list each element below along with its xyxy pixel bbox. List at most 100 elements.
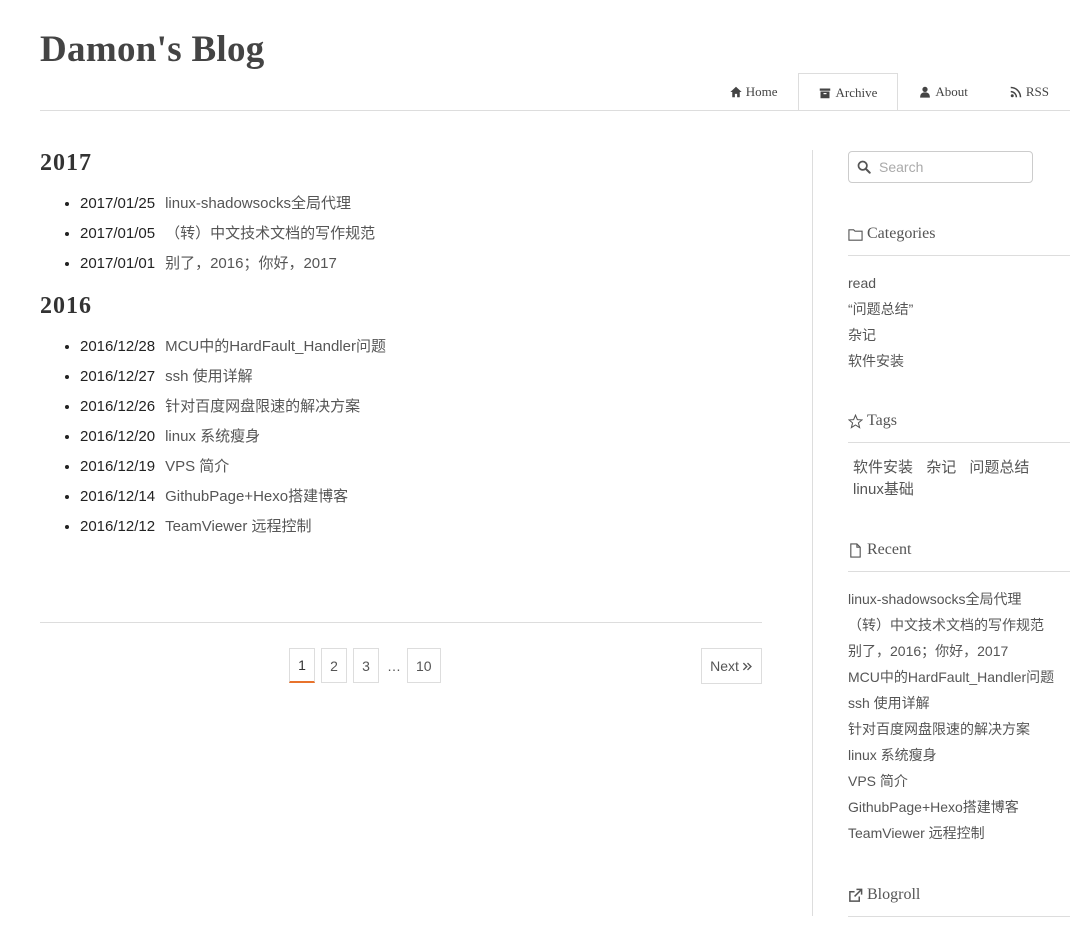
- recent-post-link[interactable]: linux-shadowsocks全局代理: [848, 586, 1070, 612]
- post-list: 2016/12/28 MCU中的HardFault_Handler问题 2016/…: [40, 332, 762, 542]
- nav-rss[interactable]: RSS: [989, 73, 1070, 110]
- tag-link[interactable]: linux基础: [853, 481, 914, 498]
- post-item: 2017/01/25 linux-shadowsocks全局代理: [80, 189, 762, 219]
- recent-title: Recent: [848, 541, 1070, 572]
- nav-about-label: About: [935, 84, 968, 99]
- post-link[interactable]: ssh 使用详解: [165, 368, 253, 385]
- year-section-2017: 2017 2017/01/25 linux-shadowsocks全局代理 201…: [40, 150, 762, 279]
- blogroll-widget: Blogroll: [848, 886, 1070, 917]
- recent-post-link[interactable]: GithubPage+Hexo搭建博客: [848, 794, 1070, 820]
- post-item: 2016/12/12 TeamViewer 远程控制: [80, 512, 762, 542]
- nav-archive-label: Archive: [835, 84, 878, 100]
- post-item: 2017/01/05 （转）中文技术文档的写作规范: [80, 219, 762, 249]
- post-item: 2016/12/26 针对百度网盘限速的解决方案: [80, 392, 762, 422]
- post-date: 2016/12/20: [80, 428, 156, 445]
- post-date: 2016/12/14: [80, 488, 156, 505]
- year-heading: 2017: [40, 150, 92, 176]
- post-date: 2016/12/28: [80, 338, 156, 355]
- nav-rss-label: RSS: [1025, 84, 1049, 99]
- recent-post-link[interactable]: VPS 简介: [848, 768, 1070, 794]
- post-date: 2017/01/25: [80, 195, 156, 212]
- post-item: 2016/12/14 GithubPage+Hexo搭建博客: [80, 482, 762, 512]
- post-item: 2016/12/20 linux 系统瘦身: [80, 422, 762, 452]
- tags-title: Tags: [848, 412, 1070, 443]
- categories-title-text: Categories: [867, 225, 936, 242]
- user-icon: [920, 86, 931, 98]
- category-link[interactable]: 软件安装: [848, 348, 1070, 374]
- folder-icon: [848, 228, 863, 241]
- recent-post-link[interactable]: TeamViewer 远程控制: [848, 820, 1070, 846]
- post-link[interactable]: 针对百度网盘限速的解决方案: [165, 398, 360, 415]
- post-date: 2016/12/27: [80, 368, 156, 385]
- categories-title: Categories: [848, 225, 1070, 256]
- recent-post-link[interactable]: 针对百度网盘限速的解决方案: [848, 716, 1070, 742]
- sidebar: Categories read “问题总结” 杂记 软件安装 Tags 软件安装…: [848, 151, 1070, 931]
- post-date: 2017/01/05: [80, 225, 156, 242]
- recent-post-link[interactable]: （转）中文技术文档的写作规范: [848, 612, 1070, 638]
- year-heading: 2016: [40, 293, 92, 319]
- home-icon: [730, 86, 742, 98]
- post-link[interactable]: GithubPage+Hexo搭建博客: [165, 488, 348, 505]
- next-page-button[interactable]: Next: [701, 648, 762, 684]
- nav-about[interactable]: About: [898, 73, 989, 110]
- post-list: 2017/01/25 linux-shadowsocks全局代理 2017/01/…: [40, 189, 762, 279]
- tag-link[interactable]: 杂记: [926, 459, 956, 476]
- page-ellipsis: …: [387, 657, 401, 674]
- page-1-button[interactable]: 1: [289, 648, 315, 683]
- star-icon: [848, 413, 863, 429]
- category-link[interactable]: read: [848, 270, 1070, 296]
- archive-icon: [820, 88, 831, 98]
- tag-link[interactable]: 软件安装: [853, 459, 913, 476]
- post-link[interactable]: TeamViewer 远程控制: [165, 518, 311, 535]
- file-icon: [850, 542, 861, 558]
- post-link[interactable]: linux-shadowsocks全局代理: [165, 195, 351, 212]
- post-item: 2016/12/19 VPS 简介: [80, 452, 762, 482]
- nav-archive[interactable]: Archive: [798, 73, 899, 111]
- page-3-button[interactable]: 3: [353, 648, 379, 683]
- post-date: 2017/01/01: [80, 255, 156, 272]
- nav-home[interactable]: Home: [709, 73, 799, 110]
- nav-home-label: Home: [745, 84, 778, 99]
- external-link-icon: [849, 888, 863, 902]
- post-link[interactable]: VPS 简介: [165, 458, 229, 475]
- recent-post-link[interactable]: 别了，2016；你好，2017: [848, 638, 1070, 664]
- post-link[interactable]: 别了，2016；你好，2017: [165, 255, 337, 272]
- post-item: 2017/01/01 别了，2016；你好，2017: [80, 249, 762, 279]
- blogroll-title-text: Blogroll: [867, 886, 921, 903]
- site-title[interactable]: Damon's Blog: [40, 28, 265, 71]
- category-link[interactable]: 杂记: [848, 322, 1070, 348]
- pagination-divider: [40, 622, 762, 623]
- recent-post-link[interactable]: MCU中的HardFault_Handler问题: [848, 664, 1070, 690]
- recent-widget: Recent linux-shadowsocks全局代理 （转）中文技术文档的写…: [848, 541, 1070, 846]
- post-item: 2016/12/27 ssh 使用详解: [80, 362, 762, 392]
- recent-post-link[interactable]: ssh 使用详解: [848, 690, 1070, 716]
- page-2-button[interactable]: 2: [321, 648, 347, 683]
- search-box[interactable]: [848, 151, 1033, 183]
- tags-title-text: Tags: [867, 412, 897, 429]
- post-date: 2016/12/26: [80, 398, 156, 415]
- sidebar-divider: [812, 150, 813, 916]
- search-input[interactable]: [877, 158, 1031, 176]
- post-link[interactable]: （转）中文技术文档的写作规范: [165, 225, 375, 242]
- blogroll-title: Blogroll: [848, 886, 1070, 917]
- post-item: 2016/12/28 MCU中的HardFault_Handler问题: [80, 332, 762, 362]
- categories-list: read “问题总结” 杂记 软件安装: [848, 270, 1070, 374]
- post-link[interactable]: linux 系统瘦身: [165, 428, 260, 445]
- recent-post-link[interactable]: linux 系统瘦身: [848, 742, 1070, 768]
- tag-link[interactable]: 问题总结: [969, 459, 1029, 476]
- main-nav: Home Archive About RSS: [709, 73, 1070, 111]
- categories-widget: Categories read “问题总结” 杂记 软件安装: [848, 225, 1070, 374]
- tags-widget: Tags 软件安装 杂记 问题总结 linux基础: [848, 412, 1070, 501]
- recent-list: linux-shadowsocks全局代理 （转）中文技术文档的写作规范 别了，…: [848, 586, 1070, 846]
- post-date: 2016/12/19: [80, 458, 156, 475]
- post-link[interactable]: MCU中的HardFault_Handler问题: [165, 338, 386, 355]
- page-last-button[interactable]: 10: [407, 648, 441, 683]
- category-link[interactable]: “问题总结”: [848, 296, 1070, 322]
- next-label: Next: [710, 658, 739, 674]
- recent-title-text: Recent: [867, 541, 912, 558]
- year-section-2016: 2016 2016/12/28 MCU中的HardFault_Handler问题 …: [40, 293, 762, 542]
- search-icon: [857, 160, 871, 174]
- double-chevron-right-icon: [742, 662, 752, 670]
- header-divider: [40, 110, 1070, 111]
- archive-main: 2017 2017/01/25 linux-shadowsocks全局代理 201…: [40, 150, 762, 556]
